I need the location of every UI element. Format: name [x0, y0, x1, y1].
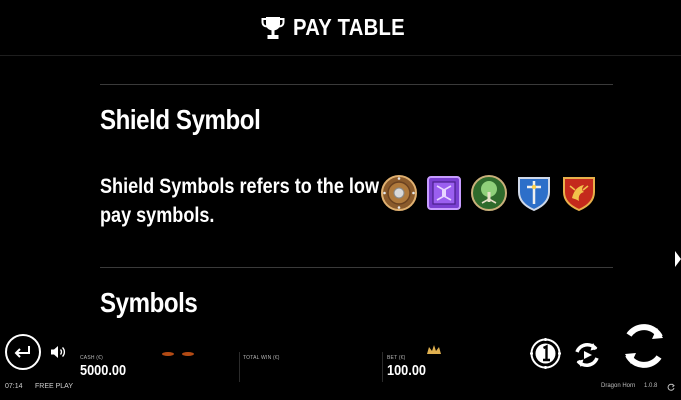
decorative-crown-icon: [427, 345, 441, 354]
shield-description: Shield Symbols refers to the low pay sym…: [100, 175, 379, 227]
page-title: PAY TABLE: [292, 14, 405, 40]
back-button[interactable]: [5, 334, 41, 370]
dragon-shield-icon: [563, 177, 595, 212]
scroll-arrow-icon[interactable]: [675, 251, 681, 267]
section-title-symbols: Symbols: [100, 287, 198, 318]
footer-separator: [382, 352, 383, 382]
paytable-header: PAY TABLE: [0, 0, 681, 56]
round-shield-icon: [381, 175, 417, 211]
speaker-icon[interactable]: [50, 345, 66, 359]
trophy-icon: [261, 16, 285, 39]
play-mode: FREE PLAY: [35, 383, 73, 390]
bet-display: BET (€) 100.00: [387, 355, 433, 379]
game-name: Dragon Horn: [601, 383, 636, 389]
cash-value: 5000.00: [80, 362, 127, 379]
section-title-shield: Shield Symbol: [100, 104, 261, 135]
version-label: 1.0.8: [644, 383, 658, 389]
decorative-glow-icon: [162, 352, 194, 356]
total-win-display: TOTAL WIN (€): [243, 355, 280, 362]
purple-shield-icon: [427, 176, 461, 210]
clock: 07:14: [5, 383, 23, 390]
bet-label: BET (€): [387, 355, 406, 361]
refresh-icon: [667, 383, 675, 391]
total-win-label: TOTAL WIN (€): [243, 355, 280, 361]
shield-symbols-row: [380, 174, 598, 212]
section-divider: [100, 267, 613, 268]
section-divider: [100, 84, 613, 85]
paytable-content: Shield Symbol Shield Symbols refers to t…: [100, 84, 613, 318]
tree-shield-icon: [471, 175, 507, 211]
spin-button[interactable]: [621, 323, 667, 369]
footer-separator: [239, 352, 240, 382]
cash-display: CASH (€) 5000.00: [80, 355, 134, 379]
bet-value: 100.00: [387, 362, 427, 379]
return-arrow-icon: [14, 346, 30, 358]
autoplay-button[interactable]: [572, 340, 602, 370]
sword-shield-icon: [518, 177, 550, 212]
bet-coin-button[interactable]: [530, 338, 561, 369]
cash-label: CASH (€): [80, 355, 103, 361]
